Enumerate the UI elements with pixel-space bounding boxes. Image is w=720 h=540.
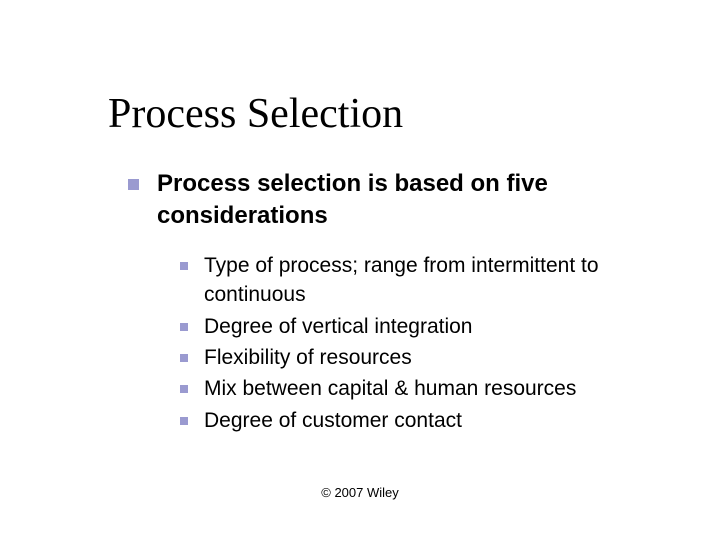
slide-title: Process Selection <box>108 90 670 138</box>
sub-point-text: Degree of customer contact <box>204 406 462 435</box>
square-bullet-icon <box>180 385 188 393</box>
list-item: Degree of customer contact <box>180 406 670 435</box>
list-item: Type of process; range from intermittent… <box>180 251 670 310</box>
list-item: Degree of vertical integration <box>180 312 670 341</box>
list-item: Mix between capital & human resources <box>180 374 670 403</box>
square-bullet-icon <box>180 417 188 425</box>
main-point-text: Process selection is based on five consi… <box>157 168 670 233</box>
sub-point-text: Degree of vertical integration <box>204 312 472 341</box>
square-bullet-icon <box>180 262 188 270</box>
sub-point-text: Flexibility of resources <box>204 343 412 372</box>
sub-bullet-list: Type of process; range from intermittent… <box>180 251 670 435</box>
sub-point-text: Mix between capital & human resources <box>204 374 576 403</box>
list-item: Flexibility of resources <box>180 343 670 372</box>
square-bullet-icon <box>180 354 188 362</box>
copyright-footer: © 2007 Wiley <box>0 485 720 500</box>
square-bullet-icon <box>128 179 139 190</box>
slide: Process Selection Process selection is b… <box>0 0 720 477</box>
square-bullet-icon <box>180 323 188 331</box>
main-bullet-item: Process selection is based on five consi… <box>128 168 670 233</box>
sub-point-text: Type of process; range from intermittent… <box>204 251 670 310</box>
